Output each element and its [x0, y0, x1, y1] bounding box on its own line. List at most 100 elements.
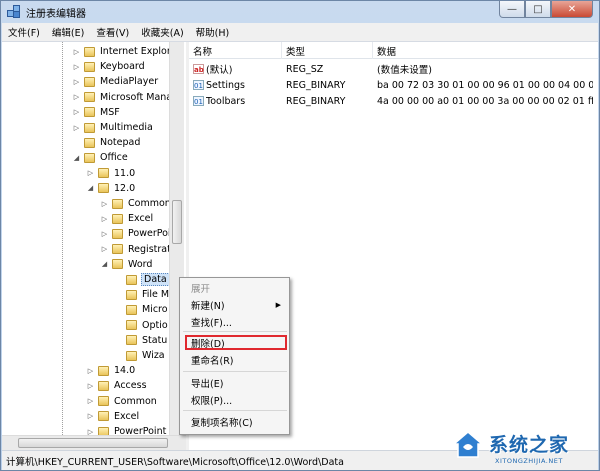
tree-node[interactable]: Micro	[114, 302, 169, 317]
context-menu-export[interactable]: 导出(E)	[183, 375, 287, 391]
expand-toggle-icon[interactable]: ◢	[100, 260, 109, 268]
tree-node[interactable]: ▷ 11.0	[86, 166, 136, 181]
expand-toggle-icon[interactable]: ▷	[72, 93, 81, 101]
expand-toggle-icon[interactable]: ◢	[86, 184, 95, 192]
tree-node[interactable]: Statu	[114, 333, 168, 348]
tree-vertical-scroll-thumb[interactable]	[172, 200, 182, 244]
folder-icon	[126, 335, 137, 346]
value-type: REG_BINARY	[286, 79, 346, 91]
menu-edit[interactable]: 编辑(E)	[46, 25, 90, 39]
tree-node[interactable]: ▷ MSF	[72, 105, 121, 120]
tree-node[interactable]: ▷ Multimedia	[72, 120, 154, 135]
tree-node[interactable]: ▷ Keyboard	[72, 59, 146, 74]
tree-node[interactable]: ▷ Internet Explorer	[72, 44, 181, 59]
tree-horizontal-scroll-thumb[interactable]	[18, 438, 168, 448]
tree-node[interactable]: ▷ Excel	[86, 409, 140, 424]
expand-toggle-icon[interactable]: ▷	[100, 200, 109, 208]
delete-highlight-box	[185, 335, 287, 350]
menu-file[interactable]: 文件(F)	[2, 25, 46, 39]
tree-node[interactable]: ◢ 12.0	[86, 181, 136, 196]
folder-icon	[126, 320, 137, 331]
maximize-button[interactable]: □	[525, 1, 551, 18]
expand-toggle-icon[interactable]: ▷	[86, 382, 95, 390]
value-data: 4a 00 00 00 a0 01 00 00 3a 00 00 00 02 0…	[377, 95, 593, 107]
context-menu-new[interactable]: 新建(N) ▶	[183, 297, 287, 313]
context-menu-find[interactable]: 查找(F)...	[183, 314, 287, 330]
tree-node[interactable]: Wiza	[114, 348, 166, 363]
expand-toggle-icon[interactable]: ▷	[86, 397, 95, 405]
context-menu-label: 导出(E)	[191, 379, 224, 390]
tree-node[interactable]: ▷ PowerPoint	[86, 424, 167, 435]
folder-icon	[98, 426, 109, 435]
tree-node[interactable]: Optio	[114, 318, 169, 333]
registry-editor-window: 注册表编辑器 — □ ✕ 文件(F) 编辑(E) 查看(V) 收藏夹(A) 帮助…	[0, 0, 600, 471]
context-menu-label: 查找(F)...	[191, 318, 232, 329]
expand-toggle-icon[interactable]: ▷	[72, 78, 81, 86]
folder-icon	[112, 198, 123, 209]
expand-toggle-icon[interactable]: ▷	[72, 108, 81, 116]
value-name: Settings	[206, 79, 245, 91]
context-menu: 展开 新建(N) ▶ 查找(F)... 删除(D) 重命名(R) 导出(E) 权限(P)...…	[179, 277, 290, 435]
expand-toggle-icon[interactable]: ▷	[100, 245, 109, 253]
folder-icon	[84, 152, 95, 163]
minimize-button[interactable]: —	[499, 1, 525, 18]
registry-key-tree[interactable]: ▷ Internet Explorer ▷ Keyboard ▷ MediaPlayer ▷…	[2, 42, 186, 435]
column-header-name[interactable]: 名称	[189, 42, 282, 59]
menu-view[interactable]: 查看(V)	[90, 25, 135, 39]
value-row[interactable]: ab (默认) REG_SZ (数值未设置)	[189, 61, 593, 77]
tree-node[interactable]: ▷ Microsoft Manag	[72, 90, 179, 105]
expand-toggle-icon[interactable]: ▷	[72, 48, 81, 56]
tree-node[interactable]: ▷ Common	[100, 196, 172, 211]
value-name: (默认)	[206, 65, 233, 76]
tree-node[interactable]: ◢ Word	[100, 257, 153, 272]
tree-node-label: PowerPoint	[114, 426, 167, 435]
context-menu-expand: 展开	[183, 280, 287, 296]
title-bar[interactable]: 注册表编辑器 — □ ✕	[1, 1, 599, 23]
expand-toggle-icon[interactable]: ▷	[86, 428, 95, 436]
tree-node-label: Keyboard	[100, 61, 145, 73]
context-menu-label: 展开	[191, 284, 211, 295]
expand-toggle-icon[interactable]: ▷	[86, 169, 95, 177]
tree-node[interactable]: ▷ Excel	[100, 211, 154, 226]
tree-node[interactable]: ▷ MediaPlayer	[72, 74, 159, 89]
expand-toggle-icon[interactable]: ▷	[72, 63, 81, 71]
tree-node[interactable]: ▷ Common	[86, 394, 158, 409]
status-path: 计算机\HKEY_CURRENT_USER\Software\Microsoft…	[6, 456, 344, 468]
tree-horizontal-scrollbar[interactable]	[2, 435, 186, 450]
expand-toggle-icon[interactable]: ▷	[72, 124, 81, 132]
expand-toggle-icon[interactable]: ▷	[86, 412, 95, 420]
context-menu-separator	[183, 371, 287, 372]
regedit-app-icon	[7, 5, 21, 19]
tree-node-label: Office	[100, 152, 128, 164]
context-menu-copy-key-name[interactable]: 复制项名称(C)	[183, 414, 287, 430]
value-row[interactable]: 01 Toolbars REG_BINARY 4a 00 00 00 a0 01 00…	[189, 93, 593, 109]
tree-node[interactable]: ▷ 14.0	[86, 363, 136, 378]
menu-help[interactable]: 帮助(H)	[190, 25, 236, 39]
menu-favorites[interactable]: 收藏夹(A)	[135, 25, 189, 39]
tree-node[interactable]: File M	[114, 287, 170, 302]
tree-node[interactable]: Notepad	[72, 135, 141, 150]
tree-node[interactable]: ▷ PowerPoin	[100, 226, 178, 241]
folder-icon	[84, 107, 95, 118]
value-type: REG_SZ	[286, 63, 324, 75]
column-header-data[interactable]: 数据	[373, 42, 598, 59]
context-menu-rename[interactable]: 重命名(R)	[183, 352, 287, 368]
expand-toggle-icon[interactable]: ◢	[72, 154, 81, 162]
tree-node-label: MSF	[100, 106, 120, 118]
folder-icon	[98, 168, 109, 179]
tree-node[interactable]: Data	[114, 272, 170, 287]
tree-node[interactable]: ◢ Office	[72, 150, 129, 165]
window-title: 注册表编辑器	[26, 8, 86, 20]
expand-toggle-icon[interactable]: ▷	[100, 230, 109, 238]
close-button[interactable]: ✕	[551, 1, 593, 18]
column-header-type[interactable]: 类型	[282, 42, 373, 59]
value-data: (数值未设置)	[377, 65, 432, 76]
tree-node[interactable]: ▷ Access	[86, 378, 148, 393]
value-row[interactable]: 01 Settings REG_BINARY ba 00 72 03 30 01 00…	[189, 77, 593, 93]
context-menu-permissions[interactable]: 权限(P)...	[183, 392, 287, 408]
expand-toggle-icon[interactable]: ▷	[86, 367, 95, 375]
folder-icon	[98, 365, 109, 376]
context-menu-separator	[183, 410, 287, 411]
expand-toggle-icon[interactable]: ▷	[100, 215, 109, 223]
binary-value-icon: 01	[193, 96, 204, 106]
